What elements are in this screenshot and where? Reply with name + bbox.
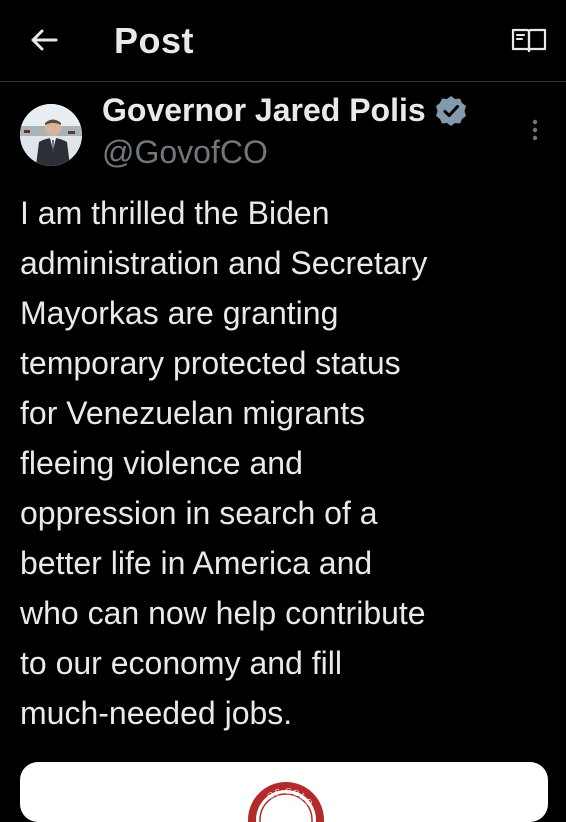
back-button[interactable] xyxy=(26,24,62,56)
author-avatar[interactable] xyxy=(20,104,82,166)
arrow-left-icon xyxy=(31,29,58,51)
post-text: I am thrilled the Biden administration a… xyxy=(20,195,428,731)
more-vertical-icon xyxy=(532,119,538,141)
author-name[interactable]: Governor Jared Polis xyxy=(102,92,468,129)
more-options-button[interactable] xyxy=(522,116,548,144)
author-name-text: Governor Jared Polis xyxy=(102,92,426,128)
author-handle[interactable]: @GovofCO xyxy=(102,134,268,171)
top-navigation-bar: Post xyxy=(0,0,566,82)
reader-view-button[interactable] xyxy=(508,24,550,56)
avatar-photo xyxy=(20,104,82,166)
page-title: Post xyxy=(114,20,195,61)
verified-badge-icon xyxy=(434,94,468,128)
media-card[interactable]: OF COLO xyxy=(20,762,548,822)
reader-view-icon xyxy=(511,28,547,53)
colorado-seal-image: OF COLO xyxy=(248,782,324,822)
